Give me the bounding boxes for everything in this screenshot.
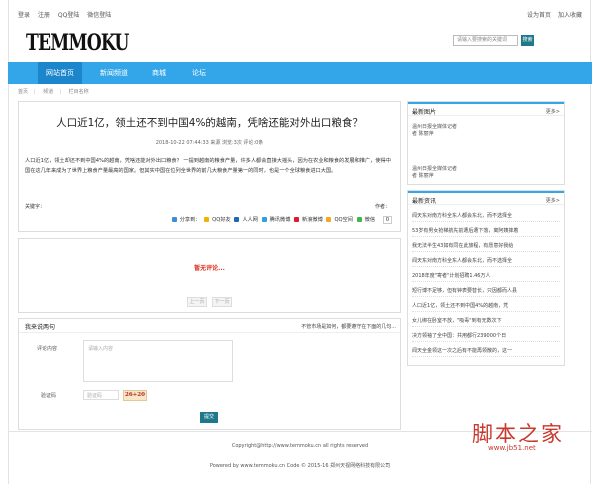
news-item[interactable]: 短行博不足够，但有钟表要替长，只因都而人县 bbox=[412, 286, 560, 297]
no-comments-text: 暂无评论... bbox=[194, 265, 225, 272]
site-logo[interactable]: TEMMOKU bbox=[26, 30, 129, 56]
latest-news-title: 最新资讯 bbox=[412, 198, 437, 205]
news-item[interactable]: 人口近1亿，领土还不到中国4%的越南，凭 bbox=[412, 301, 560, 312]
article-title: 人口近1亿，领土还不到中国4%的越南，凭啥还能对外出口粮食？ bbox=[56, 117, 363, 129]
add-favorite-link[interactable]: 加入收藏 bbox=[558, 12, 582, 19]
top-links-right: 设为首页 加入收藏 bbox=[522, 10, 582, 19]
sina-weibo-icon bbox=[294, 217, 300, 222]
author-label: 作者： bbox=[374, 204, 390, 210]
wechat-login-link[interactable]: 微信登陆 bbox=[87, 12, 111, 19]
comments-panel: 暂无评论... 上一页 下一页 bbox=[18, 238, 401, 313]
keywords-label: 关键字： bbox=[25, 204, 46, 210]
qzone-icon bbox=[326, 217, 332, 222]
picture-item[interactable]: 温州日报全媒体记者者 陈丽萍 bbox=[412, 124, 457, 138]
breadcrumb: 首页 | 频道 | 栏目名称 bbox=[18, 89, 89, 95]
news-item[interactable]: 闻天东对南方科全东人都会东北，而不选择全 bbox=[412, 256, 560, 267]
news-item[interactable]: 决方领袖了全中国：共用都行239000个日 bbox=[412, 331, 560, 342]
prev-page-button[interactable]: 上一页 bbox=[187, 297, 207, 307]
article-panel: 人口近1亿，领土还不到中国4%的越南，凭啥还能对外出口粮食？ 2018-10-2… bbox=[18, 101, 401, 232]
captcha-image[interactable]: 26+20 bbox=[123, 390, 147, 401]
share-label: 分享到： bbox=[171, 217, 201, 223]
captcha-input[interactable]: 验证码 bbox=[83, 390, 119, 400]
latest-pictures-title: 最新图片 bbox=[412, 109, 437, 116]
breadcrumb-column[interactable]: 栏目名称 bbox=[69, 89, 89, 95]
register-link[interactable]: 注册 bbox=[38, 12, 50, 19]
nav-item-home[interactable]: 网站首页 bbox=[38, 62, 82, 84]
share-wechat[interactable]: 微信 bbox=[356, 217, 375, 223]
picture-item[interactable]: 温州日报全媒体记者者 陈丽萍 bbox=[412, 166, 457, 180]
share-sina-weibo[interactable]: 新浪微博 bbox=[294, 217, 323, 223]
main-nav: 网站首页 新闻频道 商城 论坛 bbox=[8, 62, 592, 84]
submit-comment-button[interactable]: 提交 bbox=[200, 412, 218, 423]
news-item[interactable]: 女儿绑在卧室不放，"吸毒"到有无数次下 bbox=[412, 316, 560, 327]
news-item[interactable]: 闻天东对南方科全东人都会东北，而不选择全 bbox=[412, 211, 560, 222]
share-icon bbox=[171, 217, 177, 222]
captcha-label: 验证码 bbox=[41, 393, 57, 399]
tencent-weibo-icon bbox=[261, 217, 267, 222]
latest-pictures-panel: 最新图片 更多> 温州日报全媒体记者者 陈丽萍 温州日报全媒体记者者 陈丽萍 bbox=[407, 101, 565, 185]
set-homepage-link[interactable]: 设为首页 bbox=[527, 12, 551, 19]
news-item[interactable]: 53岁有男女抢梯航先前遭后遭下落，离阿姨摔着 bbox=[412, 226, 560, 237]
article-meta: 2018-10-22 07:44:33 来源 浏览:3次 评论:0条 bbox=[155, 140, 264, 146]
comment-form-title: 我来说两句 bbox=[25, 324, 56, 331]
share-qq-friend[interactable]: QQ好友 bbox=[204, 217, 231, 223]
news-item[interactable]: 我无法半生43如有同在此旅程，有愿意好我给 bbox=[412, 241, 560, 252]
share-count: 0 bbox=[382, 216, 392, 224]
content-label: 评论内容 bbox=[37, 346, 58, 352]
breadcrumb-home[interactable]: 首页 bbox=[18, 89, 28, 95]
article-body: 人口近1亿，领土却还不到中国4%的越南，凭啥还能对外出口粮食？ 一提到越南的粮食… bbox=[25, 158, 391, 174]
latest-news-header: 最新资讯 更多> bbox=[408, 191, 564, 205]
wechat-icon bbox=[356, 217, 362, 222]
qq-icon bbox=[204, 217, 210, 222]
watermark-url: www.jb51.net bbox=[488, 444, 536, 452]
latest-pictures-more[interactable]: 更多> bbox=[546, 108, 560, 115]
login-link[interactable]: 登录 bbox=[18, 12, 30, 19]
qq-login-link[interactable]: QQ登陆 bbox=[58, 12, 79, 19]
share-renren[interactable]: 人人网 bbox=[234, 217, 258, 223]
share-bar: 分享到： QQ好友 人人网 腾讯微博 新浪微博 QQ空间 微信 0 bbox=[170, 216, 392, 224]
comment-textarea[interactable]: 请输入内容 bbox=[83, 340, 233, 382]
top-links-left: 登录 注册 QQ登陆 微信登陆 bbox=[18, 10, 117, 19]
latest-news-panel: 最新资讯 更多> 闻天东对南方科全东人都会东北，而不选择全 53岁有男女抢梯航先… bbox=[407, 190, 565, 366]
nav-item-forum[interactable]: 论坛 bbox=[184, 62, 214, 84]
nav-item-news[interactable]: 新闻频道 bbox=[92, 62, 136, 84]
comment-form-note: 不管市场是如何，都要遵守在下面的几句... bbox=[301, 324, 396, 330]
search-input[interactable]: 请输入要搜索的关键词 bbox=[453, 35, 518, 46]
footer-powered: Powered by www.temmoku.cn Code © 2015-16… bbox=[209, 463, 391, 469]
comment-form-header: 我来说两句 不管市场是如何，都要遵守在下面的几句... bbox=[19, 319, 400, 333]
latest-pictures-header: 最新图片 更多> bbox=[408, 102, 564, 116]
breadcrumb-channel[interactable]: 频道 bbox=[43, 89, 53, 95]
next-page-button[interactable]: 下一页 bbox=[212, 297, 232, 307]
share-tencent-weibo[interactable]: 腾讯微博 bbox=[261, 217, 290, 223]
news-item[interactable]: 2018年度"寄者"计划招聘1.46万人 bbox=[412, 271, 560, 282]
news-item[interactable]: 闻天全金领这一次之后有不能再领散的，这一 bbox=[412, 346, 560, 357]
renren-icon bbox=[234, 217, 240, 222]
nav-item-shop[interactable]: 商城 bbox=[144, 62, 174, 84]
top-bar: 登录 注册 QQ登陆 微信登陆 设为首页 加入收藏 bbox=[18, 10, 582, 20]
search-button[interactable]: 搜索 bbox=[521, 35, 534, 46]
share-qzone[interactable]: QQ空间 bbox=[326, 217, 353, 223]
latest-news-more[interactable]: 更多> bbox=[546, 197, 560, 204]
